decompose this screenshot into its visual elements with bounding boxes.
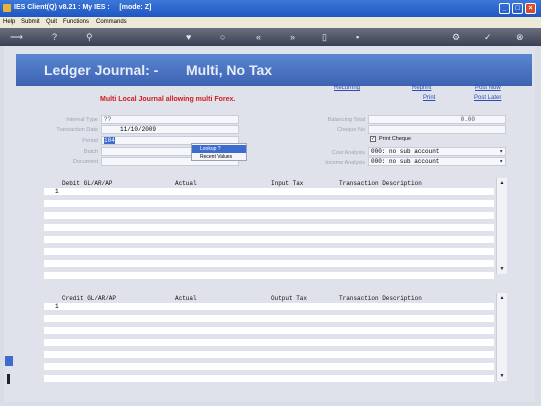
recurring-link[interactable]: Recurring	[334, 85, 360, 91]
income-analysis-select[interactable]: 000: no sub account ▾	[368, 157, 506, 166]
income-analysis-value: 000: no sub account	[371, 158, 440, 165]
check-icon[interactable]: ✓	[484, 31, 492, 43]
table-row[interactable]: 1	[44, 303, 494, 310]
app-window: IES Client(Q) v8.21 : My IES : [mode: Z]…	[0, 0, 541, 406]
print-link[interactable]: Print	[423, 95, 435, 101]
settings-icon[interactable]: ⚙	[452, 31, 460, 43]
scroll-up-icon[interactable]: ▲	[498, 294, 506, 302]
table-row[interactable]	[44, 212, 494, 219]
document-icon[interactable]: ▯	[322, 31, 327, 43]
debit-scrollbar[interactable]: ▲ ▼	[496, 178, 507, 274]
page-title: Ledger Journal: -	[44, 62, 159, 78]
cost-analysis-label: Cost Analysis	[331, 150, 365, 156]
cheque-no-field[interactable]	[368, 125, 506, 134]
reprint-link[interactable]: Reprint	[412, 85, 431, 91]
col-transaction-description: Transaction Description	[339, 180, 422, 187]
window-title: IES Client(Q) v8.21 : My IES : [mode: Z]	[14, 4, 152, 11]
app-icon	[3, 4, 11, 12]
table-row[interactable]	[44, 272, 494, 279]
credit-grid-header: Credit GL/AR/AP Actual Output Tax Transa…	[44, 293, 494, 303]
title-bar: IES Client(Q) v8.21 : My IES : [mode: Z]…	[0, 0, 541, 17]
period-value: 104	[104, 137, 115, 144]
side-indicator	[5, 356, 13, 390]
col-input-tax: Input Tax	[271, 180, 304, 187]
menu-item-recent-values[interactable]: Recent Values	[192, 153, 246, 161]
cancel-icon[interactable]: ⊗	[516, 31, 524, 43]
chevron-down-icon[interactable]: ▾	[499, 148, 503, 156]
internal-type-field[interactable]: ??	[101, 115, 239, 124]
credit-scrollbar[interactable]: ▲ ▼	[496, 293, 507, 381]
col-credit-gl: Credit GL/AR/AP	[62, 295, 117, 302]
table-row[interactable]	[44, 260, 494, 267]
col-actual: Actual	[175, 180, 197, 187]
table-row[interactable]	[44, 248, 494, 255]
table-row[interactable]	[44, 327, 494, 334]
cost-analysis-value: 000: no sub account	[371, 148, 440, 155]
favorite-icon[interactable]: ♥	[186, 31, 191, 43]
row-number: 1	[55, 188, 59, 195]
scroll-down-icon[interactable]: ▼	[498, 265, 506, 273]
menu-submit[interactable]: Submit	[21, 19, 40, 25]
table-row[interactable]	[44, 200, 494, 207]
menu-bar: Help Submit Quit Functions Commands	[0, 17, 541, 28]
print-cheque-checkbox[interactable]: ✓	[370, 136, 376, 142]
debit-grid: Debit GL/AR/AP Actual Input Tax Transact…	[44, 178, 509, 279]
row-number: 1	[55, 303, 59, 310]
toolbar: ⟶ ? ⚲ ♥ ○ « » ▯ ▪ ⚙ ✓ ⊗	[0, 28, 541, 46]
delete-icon[interactable]: ▪	[356, 31, 359, 43]
document-label: Document	[72, 159, 98, 165]
batch-label: Batch	[83, 149, 98, 155]
table-row[interactable]	[44, 224, 494, 231]
table-row[interactable]	[44, 315, 494, 322]
cheque-no-label: Cheque No	[337, 127, 365, 133]
scroll-down-icon[interactable]: ▼	[498, 372, 506, 380]
income-analysis-label: Income Analysis	[325, 160, 365, 166]
menu-help[interactable]: Help	[3, 19, 15, 25]
first-record-icon[interactable]: «	[256, 31, 261, 43]
scroll-up-icon[interactable]: ▲	[498, 179, 506, 187]
print-cheque-label: Print Cheque	[379, 136, 412, 142]
table-row[interactable]	[44, 236, 494, 243]
chevron-down-icon[interactable]: ▾	[499, 158, 503, 166]
menu-quit[interactable]: Quit	[46, 19, 57, 25]
refresh-icon[interactable]: ○	[220, 31, 225, 43]
balancing-total-label: Balancing Total	[327, 117, 365, 123]
col-transaction-description: Transaction Description	[339, 295, 422, 302]
side-marker	[5, 356, 13, 366]
internal-type-label: Internal Type	[66, 117, 98, 123]
debit-grid-header: Debit GL/AR/AP Actual Input Tax Transact…	[44, 178, 494, 188]
table-row[interactable]	[44, 375, 494, 382]
menu-commands[interactable]: Commands	[96, 19, 127, 25]
warning-message: Multi Local Journal allowing multi Forex…	[100, 96, 236, 103]
table-row[interactable]	[44, 339, 494, 346]
exit-icon[interactable]: ⟶	[10, 31, 23, 43]
minimize-icon[interactable]: _	[499, 3, 510, 14]
col-output-tax: Output Tax	[271, 295, 308, 302]
search-icon[interactable]: ⚲	[86, 31, 93, 43]
post-now-link[interactable]: Post Now	[475, 85, 501, 91]
page-banner: Ledger Journal: - Multi, No Tax	[16, 54, 532, 86]
col-debit-gl: Debit GL/AR/AP	[62, 180, 113, 187]
page-subtitle: Multi, No Tax	[186, 62, 273, 78]
table-row[interactable]	[44, 351, 494, 358]
close-icon[interactable]: ×	[525, 3, 536, 14]
credit-grid: Credit GL/AR/AP Actual Output Tax Transa…	[44, 293, 509, 383]
menu-item-lookup[interactable]: Lookup ?	[192, 145, 246, 153]
help-icon[interactable]: ?	[52, 31, 57, 43]
table-row[interactable]: 1	[44, 188, 494, 195]
balancing-total-field: 0.00	[368, 115, 506, 124]
maximize-icon[interactable]: □	[512, 3, 523, 14]
col-actual: Actual	[175, 295, 197, 302]
period-label: Period	[82, 138, 98, 144]
transaction-date-field[interactable]: 11/10/2009	[101, 125, 239, 134]
table-row[interactable]	[44, 363, 494, 370]
transaction-date-label: Transaction Date	[56, 127, 98, 133]
context-menu: Lookup ? Recent Values	[191, 143, 247, 161]
post-later-link[interactable]: Post Later	[474, 95, 501, 101]
cost-analysis-select[interactable]: 000: no sub account ▾	[368, 147, 506, 156]
side-bar	[7, 374, 10, 384]
menu-functions[interactable]: Functions	[63, 19, 89, 25]
last-record-icon[interactable]: »	[290, 31, 295, 43]
